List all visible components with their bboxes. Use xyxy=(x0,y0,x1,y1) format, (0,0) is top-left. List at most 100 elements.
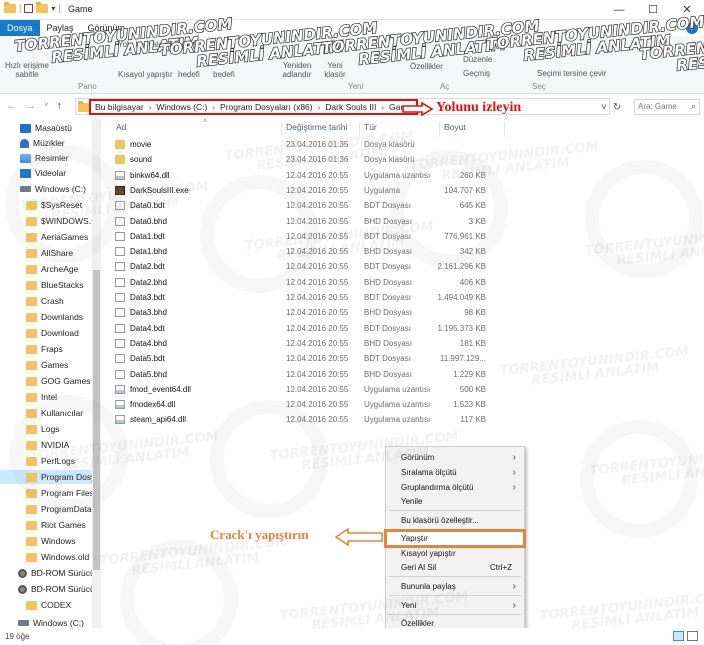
navigation-buttons: ← → ˅ ↑ xyxy=(6,100,62,112)
column-divider[interactable] xyxy=(439,122,440,137)
refresh-icon[interactable]: ↻ xyxy=(613,102,621,113)
sidebar-item-fraps[interactable]: Fraps xyxy=(0,342,92,356)
back-arrow-icon[interactable]: ← xyxy=(6,100,17,112)
search-input[interactable]: Ara: Game ⌕ xyxy=(634,99,700,115)
sidebar-item-bd-rom-1[interactable]: BD-ROM Sürücüsü xyxy=(0,566,92,580)
file-icon xyxy=(115,338,125,348)
search-icon[interactable]: ⌕ xyxy=(691,101,696,112)
sidebar-item-bluestacks[interactable]: BlueStacks xyxy=(0,278,92,292)
file-date: 12.04.2016 20:55 xyxy=(286,170,349,180)
menu-item-label: Gruplandırma ölçütü xyxy=(401,483,474,492)
annotation-arrow-icon xyxy=(334,528,383,546)
table-row[interactable]: fmod_event64.dll 12.04.2016 20:55 Uygulama… xyxy=(103,383,493,396)
file-name: fmodex64.dll xyxy=(130,400,176,410)
copy-to-button[interactable]: bedefi xyxy=(213,70,235,79)
sidebar-item-download[interactable]: Download xyxy=(0,326,92,340)
menu-item-customize-folder[interactable]: Bu klasörü özelleştir... xyxy=(386,513,524,528)
file-name: Data1.bhd xyxy=(130,247,167,257)
large-icons-view-icon[interactable] xyxy=(687,631,698,641)
folder-icon xyxy=(115,140,125,149)
sidebar-item-desktop[interactable]: Masaüstü xyxy=(0,121,92,135)
details-view-icon[interactable] xyxy=(673,631,684,641)
search-placeholder: Ara: Game xyxy=(638,102,677,111)
file-size: 11.997.129... xyxy=(439,354,486,364)
breadcrumb[interactable]: Bu bilgisayar › Windows (C:) › Program D… xyxy=(89,99,419,115)
sidebar-item-crash[interactable]: Crash xyxy=(0,294,92,308)
menu-item-label: Geri Al Sil xyxy=(401,563,437,572)
chevron-right-icon: › xyxy=(512,452,516,463)
table-row[interactable]: Data4.bhd 12.04.2016 20:55 BHD Dosyası 181 … xyxy=(103,337,493,350)
properties-icon[interactable] xyxy=(24,3,34,13)
history-button[interactable]: Geçmiş xyxy=(463,69,490,78)
crumb-program-files[interactable]: Program Dosyaları (x86) xyxy=(220,102,313,112)
sidebar-item-label: Masaüstü xyxy=(35,123,72,133)
chevron-right-icon: › xyxy=(512,482,516,493)
tab-file[interactable]: Dosya xyxy=(0,20,40,36)
menu-item-refresh[interactable]: Yenile xyxy=(386,494,524,509)
sidebar-item-windows-c-2[interactable]: Windows (C:) xyxy=(0,616,92,628)
sidebar-item-label: Windows.old xyxy=(41,552,90,562)
file-name: Data5.bdt xyxy=(130,354,165,364)
sidebar-item-windows[interactable]: Windows xyxy=(0,534,92,548)
rename-button[interactable]: Yeniden adlandır xyxy=(277,61,317,80)
menu-separator xyxy=(389,510,521,511)
sidebar-item-riot-games[interactable]: Riot Games xyxy=(0,518,92,532)
minimize-button[interactable]: — xyxy=(602,0,636,20)
column-divider[interactable] xyxy=(281,122,282,137)
file-date: 12.04.2016 20:55 xyxy=(286,308,349,318)
crumb-this-pc[interactable]: Bu bilgisayar xyxy=(95,102,144,112)
sidebar-item-label: Downlands xyxy=(41,312,84,322)
menu-item-label: Yenile xyxy=(401,497,423,506)
menu-item-undo-delete[interactable]: Geri Al Sil Ctrl+Z xyxy=(386,560,524,575)
chevron-right-icon: › xyxy=(148,102,152,112)
separator-icon: | xyxy=(58,3,61,13)
column-date[interactable]: Değiştirme tarihi xyxy=(286,122,347,132)
table-row[interactable]: Data3.bhd 12.04.2016 20:55 BHD Dosyası 98 K… xyxy=(103,306,493,319)
file-type: BHD Dosyası xyxy=(364,338,413,348)
menu-item-paste[interactable]: Yapıştır xyxy=(384,529,526,548)
table-row[interactable]: Data4.bdt 12.04.2016 20:55 BDT Dosyası 1.19… xyxy=(103,322,493,335)
folder-icon xyxy=(26,392,37,402)
file-name: Data1.bdt xyxy=(130,231,165,241)
column-type[interactable]: Tür xyxy=(364,122,377,132)
column-name[interactable]: Ad xyxy=(116,122,126,132)
sidebar-item-gog-games[interactable]: GOG Games xyxy=(0,374,92,388)
sidebar-item-codex[interactable]: CODEX xyxy=(0,598,92,612)
crumb-drive[interactable]: Windows (C:) xyxy=(156,102,207,112)
menu-item-group-by[interactable]: Gruplandırma ölçütü › xyxy=(386,480,524,495)
invert-selection-button[interactable]: Seçimi tersine çevir xyxy=(537,69,606,78)
sidebar-item-downlands[interactable]: Downlands xyxy=(0,310,92,324)
column-size[interactable]: Boyut xyxy=(444,122,466,132)
file-name: Data0.bhd xyxy=(130,216,167,226)
sidebar-item-bd-rom-2[interactable]: BD-ROM Sürücüsü xyxy=(0,582,92,596)
column-divider[interactable] xyxy=(504,122,505,137)
sidebar-item-archeage[interactable]: ArcheAge xyxy=(0,262,92,276)
chevron-right-icon: › xyxy=(512,581,516,592)
dll-file-icon xyxy=(115,400,125,410)
sidebar-item-games[interactable]: Games xyxy=(0,358,92,372)
disc-icon xyxy=(18,584,27,594)
crumb-dark-souls[interactable]: Dark Souls III xyxy=(325,102,376,112)
new-folder-icon[interactable] xyxy=(36,1,49,13)
chevron-down-icon[interactable]: ˅ xyxy=(44,100,49,112)
file-date: 12.04.2016 20:55 xyxy=(286,384,349,394)
table-row[interactable]: Data5.bhd 12.04.2016 20:55 BHD Dosyası 1.22… xyxy=(103,368,493,381)
sidebar-item-windows-old[interactable]: Windows.old xyxy=(0,550,92,564)
file-name: movie xyxy=(130,140,152,149)
file-name: Data3.bdt xyxy=(130,293,165,302)
group-select: Seç xyxy=(532,82,546,91)
folder-icon xyxy=(26,312,37,322)
up-arrow-icon[interactable]: ↑ xyxy=(57,100,63,112)
menu-separator xyxy=(389,529,521,530)
file-size: 1.195.373 KB xyxy=(437,323,486,333)
menu-item-sort-by[interactable]: Sıralama ölçütü › xyxy=(386,465,524,480)
chevron-down-icon[interactable]: ▾ xyxy=(51,4,55,13)
properties-button[interactable]: Özellikler xyxy=(410,62,443,71)
chevron-down-icon[interactable]: ˅ xyxy=(601,102,607,113)
table-row[interactable]: Data5.bdt 12.04.2016 20:55 BDT Dosyası 11.9… xyxy=(103,352,493,365)
table-row[interactable]: Data3.bdt 12.04.2016 20:55 BDT Dosyası 1.49… xyxy=(103,291,493,304)
sort-up-icon: ^ xyxy=(203,118,207,127)
forward-arrow-icon[interactable]: → xyxy=(25,100,36,112)
menu-item-paste-shortcut[interactable]: Kısayol yapıştır xyxy=(386,546,524,561)
file-date: 12.04.2016 20:55 xyxy=(286,369,349,379)
